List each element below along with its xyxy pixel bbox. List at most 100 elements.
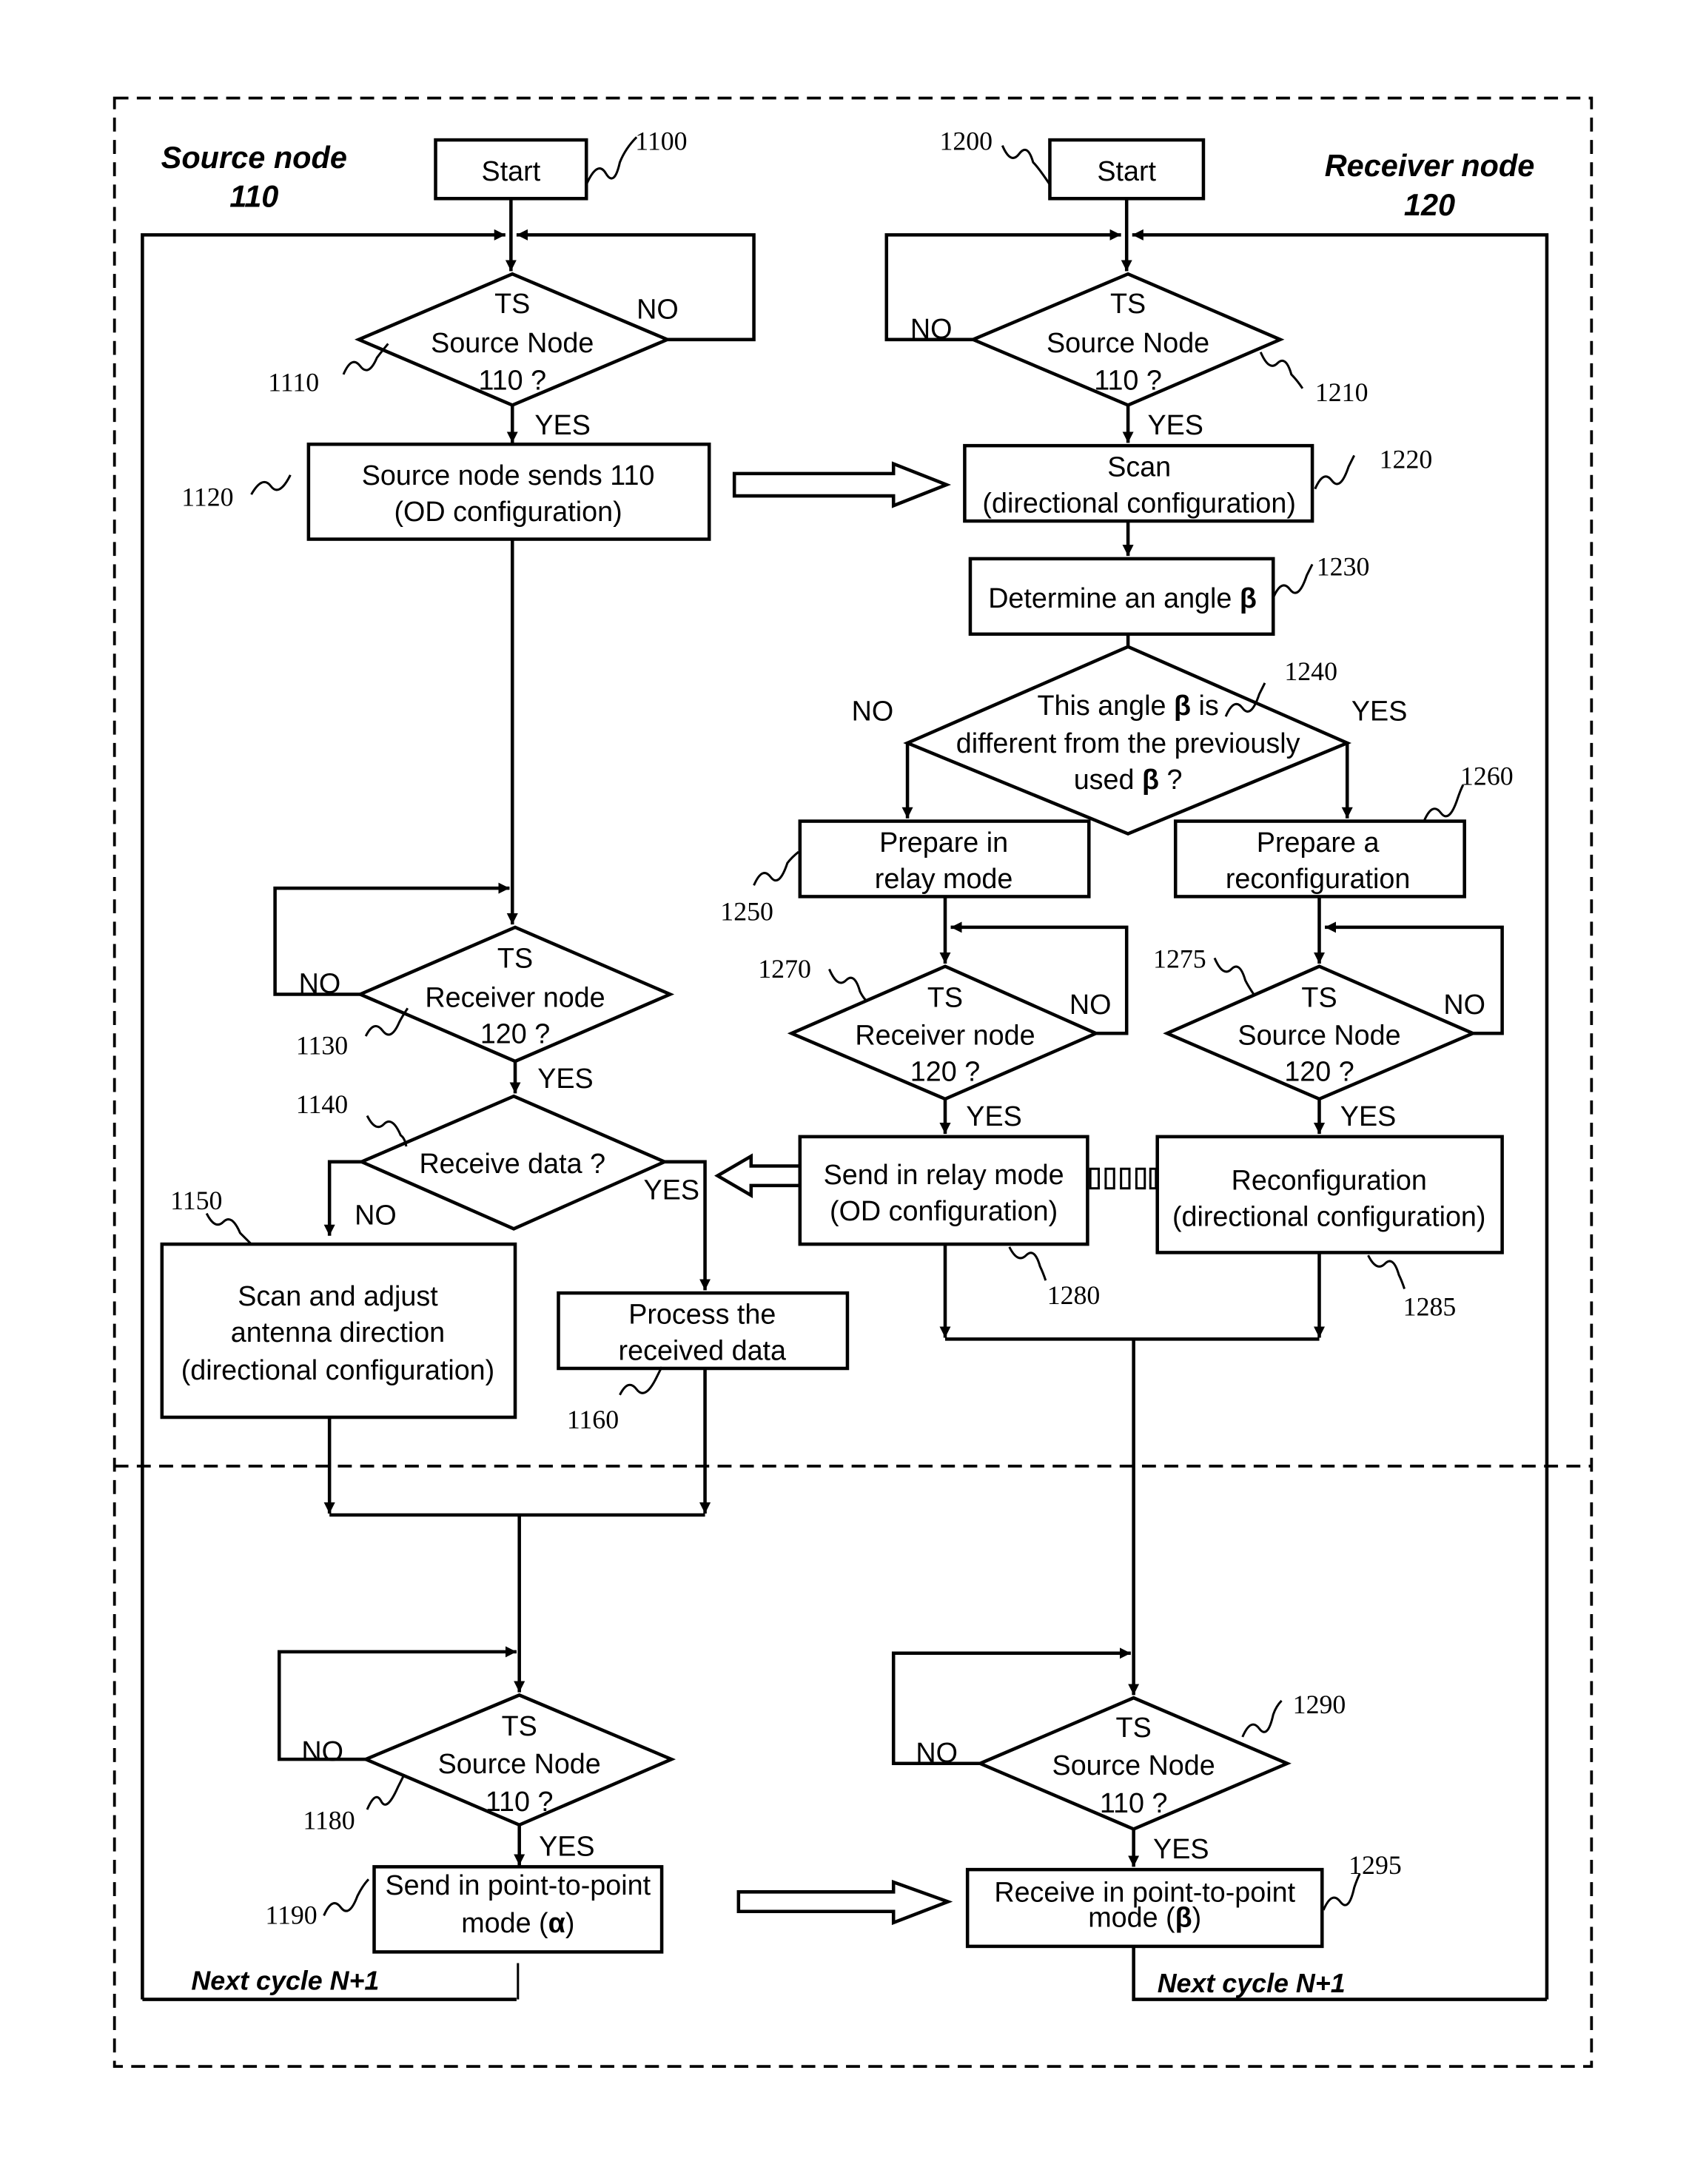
svg-text:Start: Start: [482, 155, 541, 187]
receiver-start-box[interactable]: Start: [1048, 138, 1206, 201]
svg-text:mode (β): mode (β): [1088, 1901, 1201, 1932]
yes-label: YES: [966, 1101, 1021, 1132]
ref-1295: 1295: [1349, 1850, 1402, 1880]
svg-text:Determine an angle β: Determine an angle β: [988, 582, 1257, 614]
svg-text:Scan: Scan: [1107, 451, 1171, 483]
decision-1110: TS Source Node 110 ?: [355, 272, 672, 407]
transmission-arrow: [732, 461, 952, 508]
svg-text:Reconfiguration: Reconfiguration: [1232, 1165, 1427, 1196]
ref-1275: 1275: [1153, 944, 1206, 974]
transmission-arrow: [736, 1879, 953, 1926]
ref-1285: 1285: [1403, 1291, 1457, 1321]
svg-text:(directional configuration): (directional configuration): [982, 488, 1296, 519]
decision-1140: Receive data ?: [357, 1094, 669, 1231]
ref-leader: [1259, 352, 1304, 389]
yes-label: YES: [644, 1175, 699, 1206]
svg-text:Process the: Process the: [628, 1299, 776, 1330]
svg-text:Source Node: Source Node: [431, 327, 594, 358]
svg-text:Send in relay mode: Send in relay mode: [824, 1159, 1064, 1190]
svg-text:Prepare in: Prepare in: [879, 827, 1008, 858]
box-1280: Send in relay mode (OD configuration): [798, 1135, 1089, 1246]
svg-text:Receiver node: Receiver node: [855, 1019, 1035, 1050]
decision-1290: TS Source Node 110 ?: [975, 1696, 1292, 1831]
box-1220: Scan (directional configuration): [963, 443, 1314, 523]
svg-text:TS: TS: [1116, 1712, 1152, 1743]
ref-1150: 1150: [170, 1186, 222, 1215]
ref-1260: 1260: [1460, 762, 1514, 791]
no-label: NO: [916, 1737, 958, 1768]
box-1160: Process the received data: [557, 1291, 850, 1371]
yes-label: YES: [1340, 1101, 1396, 1132]
box-1295: Receive in point-to-point mode (β): [965, 1867, 1324, 1949]
yes-label: YES: [1351, 696, 1407, 727]
svg-text:mode (α): mode (α): [461, 1907, 574, 1938]
svg-text:TS: TS: [927, 981, 963, 1012]
ref-1230: 1230: [1317, 552, 1370, 582]
no-label: NO: [852, 696, 894, 727]
svg-text:used β ?: used β ?: [1074, 764, 1183, 795]
next-cycle-label: Next cycle N+1: [191, 1966, 379, 1995]
decision-1270: TS Receiver node 120 ?: [787, 964, 1101, 1101]
no-label: NO: [637, 294, 679, 325]
svg-text:TS: TS: [1110, 288, 1146, 319]
svg-text:TS: TS: [494, 288, 530, 319]
box-1120: Source node sends 110 (OD configuration): [306, 443, 711, 541]
flowchart: Source node 110 Receiver node 120 Start …: [112, 96, 1594, 2068]
yes-label: YES: [1147, 409, 1203, 440]
receiver-region-title: Receiver node: [1325, 148, 1535, 183]
ref-leader: [366, 1775, 405, 1810]
svg-text:Start: Start: [1097, 155, 1156, 187]
ref-1270: 1270: [758, 954, 811, 984]
svg-text:120 ?: 120 ?: [480, 1018, 550, 1049]
svg-text:120 ?: 120 ?: [910, 1055, 980, 1086]
sync-link: [1089, 1167, 1158, 1190]
svg-text:TS: TS: [502, 1710, 537, 1741]
ref-1250: 1250: [720, 896, 773, 926]
no-label: NO: [1069, 989, 1112, 1020]
svg-text:120 ?: 120 ?: [1284, 1055, 1354, 1086]
ref-1140: 1140: [296, 1089, 348, 1119]
no-label: NO: [299, 968, 341, 999]
ref-leader: [1272, 563, 1314, 599]
ref-1200: 1200: [939, 126, 993, 155]
ref-1280: 1280: [1047, 1280, 1101, 1310]
no-label: NO: [1443, 989, 1485, 1020]
svg-text:Send in point-to-point: Send in point-to-point: [386, 1869, 651, 1901]
svg-text:TS: TS: [497, 943, 533, 974]
ref-leader: [1001, 145, 1051, 186]
ref-1290: 1290: [1293, 1690, 1346, 1719]
outer-frame: [112, 96, 1594, 2068]
box-1230: Determine an angle β: [968, 557, 1275, 636]
svg-text:(OD configuration): (OD configuration): [394, 496, 622, 527]
yes-label: YES: [539, 1830, 594, 1861]
box-1250: Prepare in relay mode: [798, 819, 1091, 898]
svg-text:Receive data ?: Receive data ?: [419, 1148, 605, 1179]
ref-1120: 1120: [181, 482, 233, 511]
ref-leader: [1367, 1254, 1406, 1289]
ref-leader: [828, 968, 867, 1001]
decision-1130: TS Receiver node 120 ?: [355, 925, 675, 1064]
svg-text:Source Node: Source Node: [1237, 1019, 1400, 1050]
svg-text:reconfiguration: reconfiguration: [1226, 863, 1411, 894]
decision-1275: TS Source Node 120 ?: [1163, 964, 1477, 1101]
svg-text:different from the previously: different from the previously: [956, 728, 1300, 759]
svg-text:110 ?: 110 ?: [478, 365, 546, 396]
decision-1180: TS Source Node 110 ?: [361, 1693, 676, 1827]
ref-leader: [323, 1878, 370, 1916]
ref-leader: [1314, 454, 1356, 490]
box-1150: Scan and adjust antenna direction (direc…: [160, 1242, 517, 1419]
svg-text:110 ?: 110 ?: [486, 1786, 554, 1817]
svg-text:Source node sends 110: Source node sends 110: [362, 460, 655, 491]
decision-1210: TS Source Node 110 ?: [968, 272, 1285, 407]
next-cycle-label: Next cycle N+1: [1158, 1969, 1346, 1998]
ref-leader: [366, 1115, 408, 1147]
svg-text:(directional configuration): (directional configuration): [1172, 1201, 1486, 1232]
svg-text:received data: received data: [619, 1335, 786, 1366]
no-label: NO: [301, 1736, 343, 1767]
ref-leader: [1423, 784, 1465, 822]
yes-label: YES: [534, 409, 590, 440]
ref-1210: 1210: [1315, 377, 1369, 407]
source-region-title: Source node: [161, 140, 347, 175]
source-start-box[interactable]: Start: [434, 138, 588, 201]
svg-text:antenna direction: antenna direction: [231, 1317, 445, 1348]
